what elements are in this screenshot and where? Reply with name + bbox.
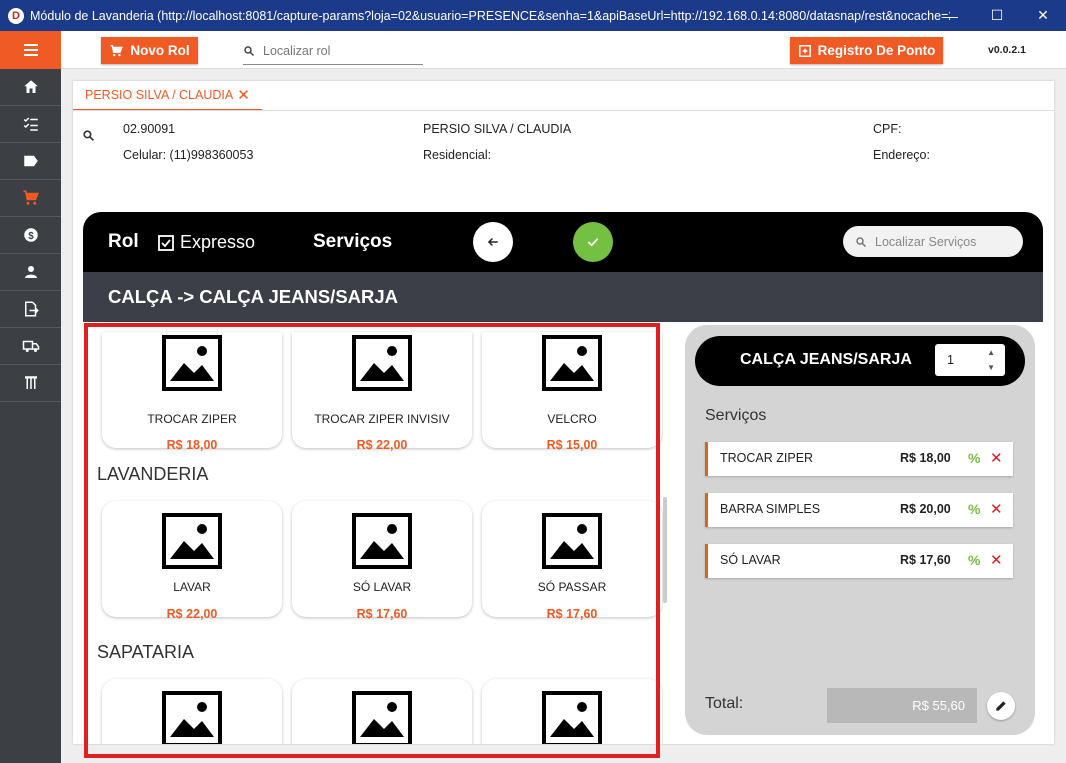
customer-residencial: Residencial: [423, 148, 492, 162]
customer-celular: Celular: (11)998360053 [123, 148, 254, 162]
summary-title: CALÇA JEANS/SARJA [740, 351, 912, 368]
search-customer-icon[interactable] [82, 129, 95, 142]
remove-item-button[interactable]: ✕ [990, 449, 1003, 467]
expresso-label: Expresso [180, 232, 256, 252]
window-titlebar: D Módulo de Lavanderia (http://localhost… [0, 0, 1066, 31]
discount-button[interactable]: % [968, 501, 980, 517]
summary-item: TROCAR ZIPER R$ 18,00 % ✕ [705, 442, 1013, 476]
sidebar-item-tags[interactable] [0, 143, 61, 180]
user-icon [24, 266, 37, 278]
hamburger-menu-button[interactable] [0, 31, 61, 69]
summary-services-label: Serviços [705, 407, 767, 424]
tab-divider [73, 110, 1054, 111]
customer-cpf: CPF: [873, 122, 902, 136]
expresso-checkbox[interactable]: Expresso [158, 232, 255, 253]
total-label: Total: [705, 695, 744, 712]
export-icon [24, 301, 39, 317]
summary-item-price: R$ 17,60 [900, 553, 951, 567]
search-services-input[interactable]: Localizar Serviços [843, 226, 1023, 257]
search-services-placeholder: Localizar Serviços [875, 234, 977, 249]
cart-icon [111, 44, 124, 56]
header-servicos-title: Serviços [313, 231, 393, 252]
svg-text:$: $ [28, 231, 34, 242]
search-icon [244, 46, 255, 57]
tab-customer-label: PERSIO SILVA / CLAUDIA [85, 88, 234, 102]
edit-total-button[interactable] [987, 692, 1015, 720]
window-title: Módulo de Lavanderia (http://localhost:8… [30, 8, 950, 23]
cart-icon [23, 190, 39, 205]
summary-item-name: SÓ LAVAR [720, 553, 781, 567]
sidebar-item-home[interactable] [0, 69, 61, 106]
summary-item: SÓ LAVAR R$ 17,60 % ✕ [705, 544, 1013, 578]
sidebar-item-delivery[interactable] [0, 328, 61, 365]
grid-scrollbar[interactable] [663, 497, 667, 603]
remove-item-button[interactable]: ✕ [990, 551, 1003, 569]
sidebar-item-financial[interactable]: $ [0, 217, 61, 254]
new-rol-button[interactable]: Novo Rol [101, 37, 198, 64]
app-icon: D [8, 7, 24, 24]
summary-item-price: R$ 20,00 [900, 502, 951, 516]
header-rol-title: Rol [108, 231, 139, 252]
discount-button[interactable]: % [968, 552, 980, 568]
decrement-icon[interactable]: ▼ [987, 363, 995, 372]
summary-panel: Serviços [685, 325, 1035, 735]
checkbox-checked-icon [158, 234, 174, 251]
registro-ponto-label: Registro De Ponto [817, 43, 936, 58]
category-breadcrumb: CALÇA -> CALÇA JEANS/SARJA [83, 272, 1043, 322]
sidebar-item-rack[interactable] [0, 365, 61, 402]
new-rol-label: Novo Rol [130, 43, 190, 58]
sidebar-item-cart[interactable] [0, 180, 61, 217]
rack-icon [24, 376, 37, 389]
total-value: R$ 55,60 [827, 688, 977, 723]
search-rol-placeholder: Localizar rol [263, 44, 331, 58]
customer-name: PERSIO SILVA / CLAUDIA [423, 122, 572, 136]
sidebar: $ [0, 31, 61, 763]
check-icon [587, 238, 599, 247]
tasks-icon [23, 117, 38, 131]
customer-code: 02.90091 [123, 122, 176, 136]
pencil-icon [996, 701, 1006, 711]
registro-ponto-button[interactable]: Registro De Ponto [790, 37, 943, 64]
sidebar-item-customers[interactable] [0, 254, 61, 291]
truck-icon [22, 340, 39, 352]
back-button[interactable] [473, 222, 513, 262]
summary-item: BARRA SIMPLES R$ 20,00 % ✕ [705, 493, 1013, 527]
home-icon [23, 80, 38, 93]
maximize-button[interactable]: ☐ [974, 0, 1020, 31]
quantity-value: 1 [947, 353, 954, 367]
highlight-box [84, 323, 660, 758]
close-window-button[interactable]: ✕ [1020, 0, 1066, 31]
increment-icon[interactable]: ▲ [987, 348, 995, 357]
app-version: v0.0.2.1 [988, 44, 1026, 56]
quantity-stepper[interactable]: 1 ▲ ▼ [935, 344, 1005, 376]
services-header: Rol Expresso Serviços Localizar Serviços [83, 212, 1043, 272]
summary-item-name: TROCAR ZIPER [720, 451, 814, 465]
discount-button[interactable]: % [968, 450, 980, 466]
remove-item-button[interactable]: ✕ [990, 500, 1003, 518]
confirm-button[interactable] [573, 222, 613, 262]
sidebar-item-tasks[interactable] [0, 106, 61, 143]
close-tab-icon[interactable]: ✕ [237, 86, 250, 104]
hamburger-icon [23, 44, 38, 56]
dollar-icon: $ [23, 228, 38, 242]
summary-item-name: BARRA SIMPLES [720, 502, 821, 516]
minimize-button[interactable]: — [928, 0, 974, 31]
summary-item-price: R$ 18,00 [900, 451, 951, 465]
top-toolbar: Novo Rol Localizar rol Registro De Ponto… [61, 31, 1066, 69]
tab-customer[interactable]: PERSIO SILVA / CLAUDIA ✕ [73, 81, 262, 111]
sidebar-item-export[interactable] [0, 291, 61, 328]
tag-icon [23, 155, 38, 167]
customer-endereco: Endereço: [873, 148, 930, 162]
arrow-left-icon [487, 237, 498, 247]
clock-in-icon [798, 44, 811, 57]
search-icon [856, 236, 867, 247]
search-rol-input[interactable]: Localizar rol [243, 38, 423, 65]
